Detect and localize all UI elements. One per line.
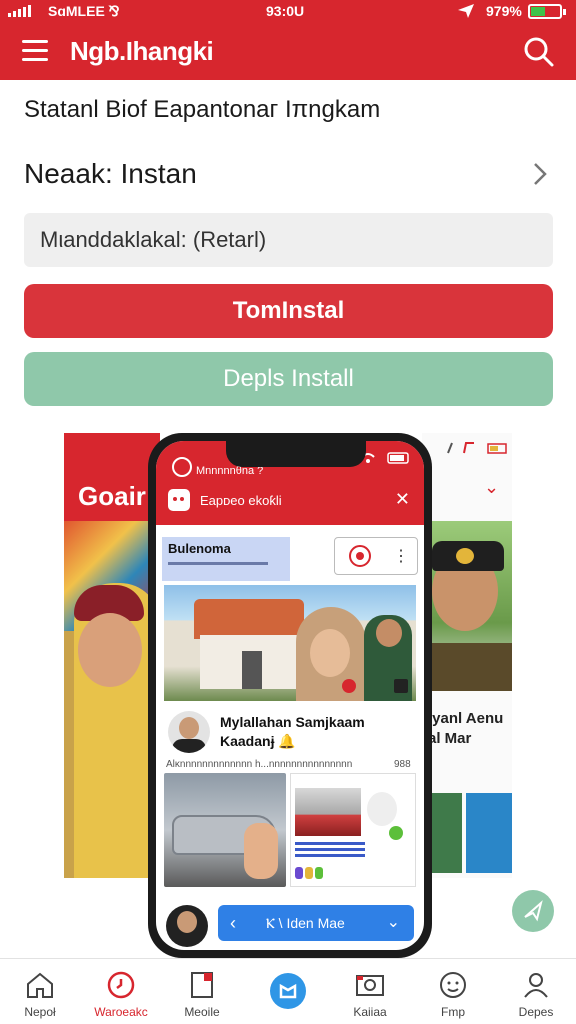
- app-screen: SɑMLEE ⅋ 93:0U 979% Ngb.Ihangki Statanl …: [0, 0, 576, 1024]
- mode-label: Neaak: Instan: [24, 158, 197, 189]
- navigation-pill-text: Ⲕ \ Iden Mae: [266, 915, 345, 931]
- location-icon: [456, 2, 476, 23]
- document-icon: [191, 972, 213, 998]
- secondary-install-button[interactable]: Depls Install: [24, 352, 553, 406]
- battery-icon: [528, 4, 566, 19]
- app-bar: Ngb.Ihangki: [0, 24, 576, 80]
- app-title: Ngb.Ihangki: [70, 36, 214, 66]
- phone-mockup: Mnnnnnθna ? Eapᴅeo ekoƙli ✕ Bulenoma ⋮ M…: [148, 433, 432, 958]
- user-avatar: [166, 905, 208, 947]
- chevron-right-icon: [532, 162, 548, 191]
- author-avatar: [168, 711, 210, 753]
- news-item: Mylallahan Samjkaam Kaadanɉ 🔔 Alκnnnnnnn…: [164, 703, 416, 770]
- battery-percent: 979%: [486, 3, 522, 19]
- news-count: 988: [394, 759, 411, 770]
- center-action-icon[interactable]: [270, 973, 306, 1009]
- check-icon: [389, 826, 403, 840]
- phone-bottom-bar: ‹ Ⲕ \ Iden Mae ⌄: [162, 901, 420, 947]
- preview-card-left: Goair: [64, 433, 160, 878]
- category-tag-label: Bulenoma: [168, 541, 231, 556]
- signal-icon: [8, 5, 31, 17]
- news-panel: [290, 773, 416, 887]
- tab-faces-label: Fmp: [441, 1005, 465, 1019]
- hero-photo: [164, 585, 416, 701]
- carrier-name: SɑMLEE ⅋: [48, 3, 120, 19]
- phone-notch: [226, 441, 366, 467]
- tab-photos-label: Kaiiaa: [353, 1005, 387, 1019]
- phone-screen: Mnnnnnθna ? Eapᴅeo ekoƙli ✕ Bulenoma ⋮ M…: [156, 441, 424, 950]
- person-photo: [78, 613, 142, 687]
- chevron-down-icon: ⌄: [386, 914, 400, 931]
- more-vertical-icon: ⋮: [393, 548, 409, 565]
- mode-row[interactable]: Neaak: Instan: [24, 152, 552, 196]
- car-photo: [164, 773, 286, 887]
- news-headline: Mylallahan Samjkaam Kaadanɉ 🔔: [220, 714, 365, 749]
- app-logo-icon: [168, 489, 190, 511]
- reaction-icons: [295, 866, 325, 879]
- chevron-left-icon: ‹: [230, 913, 236, 933]
- media-grid: [164, 773, 416, 891]
- clock-icon: [172, 457, 192, 477]
- tab-home[interactable]: Nepoł: [0, 959, 80, 1024]
- phone-header-name: Eapᴅeo ekoƙli: [200, 493, 282, 508]
- tab-home-label: Nepoł: [24, 1005, 56, 1019]
- page-subtitle: Statanl Biof Eapantonaг Iπngkam: [24, 96, 381, 123]
- clock-icon: [107, 971, 135, 999]
- bottom-navigation: Nepoł Waroeakc Meoile Kaiiaa Fmp Depes: [0, 958, 576, 1024]
- avatar-bubble-icon: [367, 792, 397, 826]
- tab-profile[interactable]: Depes: [496, 959, 576, 1024]
- photo-icon: [356, 975, 384, 996]
- navigation-pill: ‹ Ⲕ \ Iden Mae ⌄: [218, 905, 414, 941]
- close-icon: ✕: [394, 489, 410, 509]
- play-badge-icon: [342, 679, 356, 693]
- tab-recent[interactable]: Waroeakc: [81, 959, 161, 1024]
- chevron-down-icon: ⌄: [484, 477, 500, 497]
- app-preview-collage: Goair ⌄ ιyanl Aenu ͆al Mar Mnnnnnθna ? E…: [64, 433, 554, 958]
- tab-media[interactable]: Meoile: [162, 959, 242, 1024]
- cap-badge-icon: [456, 548, 474, 564]
- primary-install-button[interactable]: TomInstal: [24, 284, 553, 338]
- left-card-title: Goair: [78, 481, 146, 511]
- send-fab[interactable]: [512, 890, 554, 932]
- tab-faces[interactable]: Fmp: [413, 959, 493, 1024]
- clock-time: 93:0U: [266, 3, 305, 19]
- category-tag: Bulenoma: [162, 537, 290, 581]
- profile-icon: [524, 973, 548, 998]
- home-icon: [27, 972, 53, 998]
- menu-icon[interactable]: [22, 40, 48, 62]
- news-meta: Alκnnnnnnnnnnnnn h...nnnnnnnnnnnnnnn: [166, 759, 353, 770]
- tab-media-label: Meoile: [184, 1005, 220, 1019]
- tab-profile-label: Depes: [518, 1005, 554, 1019]
- status-icons: [447, 442, 507, 454]
- notification-chip: ⋮: [334, 537, 418, 575]
- search-icon[interactable]: [522, 36, 556, 68]
- tab-photos[interactable]: Kaiiaa: [330, 959, 410, 1024]
- status-bar: SɑMLEE ⅋ 93:0U 979%: [0, 0, 576, 24]
- wifi-battery-icon: [361, 452, 409, 464]
- tab-recent-label: Waroeakc: [94, 1005, 148, 1019]
- notification-icon: [349, 545, 371, 567]
- live-badge-icon: [394, 679, 408, 693]
- right-card-text: ιyanl Aenu ͆al Mar: [428, 710, 504, 747]
- install-type-select[interactable]: Mιanddaklakal: (Retarl): [24, 213, 553, 267]
- preview-card-right: ⌄ ιyanl Aenu ͆al Mar: [422, 433, 512, 878]
- face-icon: [440, 972, 466, 998]
